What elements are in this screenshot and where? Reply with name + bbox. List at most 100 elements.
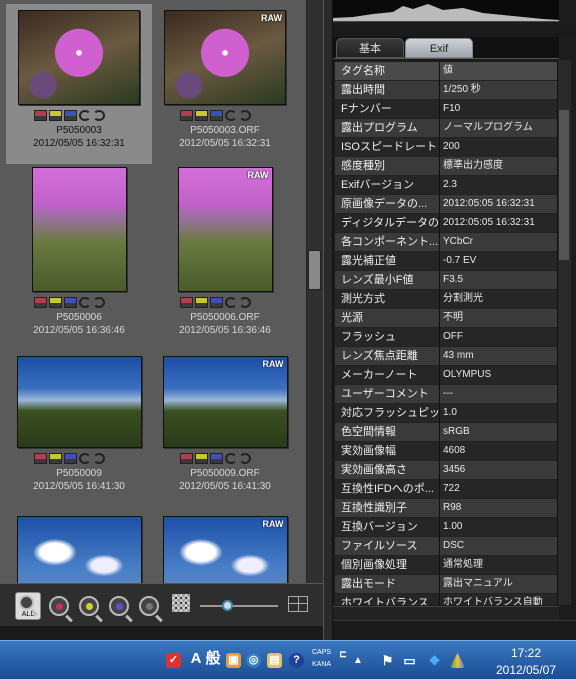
rotate-left-icon[interactable] (225, 453, 237, 464)
label-red-button[interactable] (180, 453, 193, 464)
thumbnail-image[interactable]: RAW (177, 167, 273, 292)
thumbnail-item[interactable]: P5050003 2012/05/05 16:32:31 (6, 4, 152, 164)
tab-exif[interactable]: Exif (405, 38, 473, 58)
exif-row[interactable]: 互換性識別子 R98 (335, 499, 557, 518)
exif-row[interactable]: ホワイトバランス ホワイトバランス自動 (335, 594, 557, 605)
exif-row[interactable]: 測光方式 分割測光 (335, 290, 557, 309)
dropbox-icon[interactable]: ❖ (427, 653, 442, 668)
thumbnail-image[interactable] (16, 516, 142, 583)
exif-row[interactable]: 互換性IFDへのポ... 722 (335, 480, 557, 499)
clock-date[interactable]: 2012/05/07 (484, 663, 568, 677)
label-blue-button[interactable] (210, 297, 223, 308)
filter-red-button[interactable] (49, 596, 69, 616)
label-blue-button[interactable] (64, 453, 77, 464)
exif-row[interactable]: 露光補正値 -0.7 EV (335, 252, 557, 271)
zoom-all-button[interactable]: ALL (15, 592, 41, 620)
security-icon[interactable]: ✓ (166, 653, 181, 668)
thumbnail-scrollbar[interactable] (306, 0, 323, 583)
layout-toggle-icon[interactable] (288, 596, 308, 612)
rotate-right-icon[interactable] (93, 297, 105, 308)
rotate-left-icon[interactable] (225, 110, 237, 121)
thumbnail-item[interactable]: P5050009 2012/05/05 16:41:30 (6, 350, 152, 510)
thumbnail-size-slider[interactable] (200, 605, 278, 607)
exif-row[interactable]: Exifバージョン 2.3 (335, 176, 557, 195)
exif-row[interactable]: ユーザーコメント --- (335, 385, 557, 404)
exif-row[interactable]: ISOスピードレート 200 (335, 138, 557, 157)
label-blue-button[interactable] (64, 297, 77, 308)
exif-row[interactable]: 露出プログラム ノーマルプログラム (335, 119, 557, 138)
thumbnail-image[interactable]: RAW (162, 356, 288, 448)
ime-options-icon[interactable]: ⊏ (338, 647, 348, 662)
rotate-right-icon[interactable] (239, 297, 251, 308)
grid-view-icon[interactable] (172, 594, 190, 612)
label-yellow-button[interactable] (49, 297, 62, 308)
label-blue-button[interactable] (210, 110, 223, 121)
exif-row[interactable]: 対応フラッシュピッ... 1.0 (335, 404, 557, 423)
ime-mode[interactable]: 般 (204, 651, 222, 666)
filter-yellow-button[interactable] (79, 596, 99, 616)
label-yellow-button[interactable] (195, 453, 208, 464)
exif-row[interactable]: 原画像データの... 2012:05:05 16:32:31 (335, 195, 557, 214)
ime-pad-icon[interactable]: ◎ (246, 653, 261, 668)
tray-expand-icon[interactable]: ▲ (352, 653, 364, 668)
exif-row[interactable]: 露出時間 1/250 秒 (335, 81, 557, 100)
rotate-right-icon[interactable] (93, 453, 105, 464)
thumbnail-item[interactable]: P5050006 2012/05/05 16:36:46 (6, 163, 152, 336)
exif-row[interactable]: レンズ最小F値 F3.5 (335, 271, 557, 290)
exif-row[interactable]: 光源 不明 (335, 309, 557, 328)
exif-scroll-thumb[interactable] (559, 110, 569, 260)
thumbnail-item[interactable]: RAW P5050006.ORF 2012/05/05 16:36:46 (152, 163, 298, 336)
exif-row[interactable]: 実効画像高さ 3456 (335, 461, 557, 480)
label-yellow-button[interactable] (195, 297, 208, 308)
exif-row[interactable]: レンズ焦点距離 43 mm (335, 347, 557, 366)
rotate-right-icon[interactable] (239, 453, 251, 464)
thumbnail-image[interactable] (18, 10, 140, 105)
exif-row[interactable]: フラッシュ OFF (335, 328, 557, 347)
thumbnail-item[interactable] (6, 510, 152, 583)
rotate-left-icon[interactable] (225, 297, 237, 308)
exif-row[interactable]: メーカーノート OLYMPUS (335, 366, 557, 385)
rotate-left-icon[interactable] (79, 297, 91, 308)
panel-splitter[interactable] (323, 0, 333, 640)
label-yellow-button[interactable] (49, 110, 62, 121)
ime-toolbox-icon[interactable]: ▣ (226, 653, 241, 668)
label-red-button[interactable] (180, 297, 193, 308)
exif-row[interactable]: ファイルソース DSC (335, 537, 557, 556)
exif-row[interactable]: 個別画像処理 通常処理 (335, 556, 557, 575)
label-red-button[interactable] (34, 297, 47, 308)
label-blue-button[interactable] (64, 110, 77, 121)
thumbnail-image[interactable] (31, 167, 127, 292)
label-red-button[interactable] (180, 110, 193, 121)
label-blue-button[interactable] (210, 453, 223, 464)
exif-row[interactable]: 色空間情報 sRGB (335, 423, 557, 442)
tab-basic[interactable]: 基本 (336, 38, 404, 58)
thumbnail-item[interactable]: RAW P5050003.ORF 2012/05/05 16:32:31 (152, 4, 298, 164)
ime-alpha[interactable]: A (190, 651, 202, 666)
rotate-right-icon[interactable] (239, 110, 251, 121)
label-red-button[interactable] (34, 110, 47, 121)
thumbnail-image[interactable]: RAW (162, 516, 288, 583)
exif-row[interactable]: ディジタルデータの... 2012:05:05 16:32:31 (335, 214, 557, 233)
exif-row[interactable]: 露出モード 露出マニュアル (335, 575, 557, 594)
filter-blue-button[interactable] (109, 596, 129, 616)
exif-header-row[interactable]: タグ名称 値 (335, 62, 557, 81)
label-yellow-button[interactable] (195, 110, 208, 121)
clock-time[interactable]: 17:22 (486, 646, 566, 660)
exif-row[interactable]: 互換バージョン 1.00 (335, 518, 557, 537)
thumbnail-item[interactable]: RAW (152, 510, 298, 583)
rotate-right-icon[interactable] (93, 110, 105, 121)
exif-row[interactable]: 感度種別 標準出力感度 (335, 157, 557, 176)
exif-row[interactable]: 各コンポーネント... YCbCr (335, 233, 557, 252)
thumbnail-image[interactable] (16, 356, 142, 448)
ime-dict-icon[interactable]: ▤ (267, 653, 282, 668)
exif-row[interactable]: Fナンバー F10 (335, 100, 557, 119)
label-red-button[interactable] (34, 453, 47, 464)
thumbnail-image[interactable]: RAW (164, 10, 286, 105)
exif-row[interactable]: 実効画像幅 4608 (335, 442, 557, 461)
label-yellow-button[interactable] (49, 453, 62, 464)
action-center-flag-icon[interactable]: ⚑ (380, 653, 395, 668)
rotate-left-icon[interactable] (79, 453, 91, 464)
filter-clear-button[interactable] (139, 596, 159, 616)
network-icon[interactable]: ▭ (402, 653, 417, 668)
thumbnail-scroll-thumb[interactable] (308, 250, 321, 290)
